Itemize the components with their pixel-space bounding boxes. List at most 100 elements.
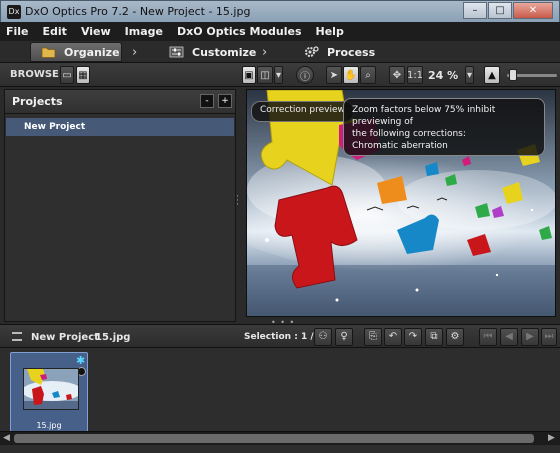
view-dropdown-button[interactable]: ▾ [274, 66, 283, 84]
skip-last-icon: ⏭ [544, 331, 554, 342]
tab-customize[interactable]: Customize [165, 42, 256, 62]
menu-bar: File Edit View Image DxO Optics Modules … [0, 22, 560, 41]
play-left-icon: ◀ [505, 331, 513, 342]
scroll-left-icon[interactable]: ◀ [3, 433, 10, 443]
tooltip-line: Chromatic aberration [352, 141, 448, 151]
filmstrip-toolbar: New Project 15.jpg Selection : 1 / 1 ⚇ ♀… [0, 324, 560, 348]
info-button[interactable]: ⓘ [296, 66, 314, 84]
dxo-app-icon: Dx [7, 5, 21, 19]
settings-button[interactable]: ⚙ [446, 328, 464, 346]
minimize-button[interactable]: – [463, 2, 487, 19]
horizontal-scrollbar[interactable]: ◀ ▶ [0, 431, 560, 445]
skip-first-icon: ⏮ [483, 331, 493, 342]
browse-label: BROWSE: [10, 69, 63, 80]
thumbnail-picture [24, 369, 78, 409]
menu-image[interactable]: Image [125, 25, 163, 38]
zoom-dropdown-button[interactable]: ▾ [465, 66, 474, 84]
correction-preview-badge: Correction preview [251, 101, 354, 122]
rotate-left-button[interactable]: ↶ [384, 328, 402, 346]
zoom-value: 24 % [428, 69, 459, 82]
chevron-down-icon: ▾ [466, 69, 473, 81]
tab-process-label: Process [327, 45, 376, 59]
next-image-button[interactable]: ▶ [521, 328, 539, 346]
rotate-right-button[interactable]: ↷ [404, 328, 422, 346]
single-image-icon: ▣ [244, 69, 254, 81]
copy-icon: ⎘ [369, 331, 377, 342]
folder-view-button[interactable]: ▭ [60, 66, 74, 84]
filmstrip-icon [12, 332, 22, 341]
single-view-button[interactable]: ▣ [242, 66, 256, 84]
hand-icon: ✋ [344, 69, 358, 81]
grid-view-button[interactable]: ▦ [76, 66, 90, 84]
menu-dxo-optics-modules[interactable]: DxO Optics Modules [177, 25, 302, 38]
gears-icon [305, 46, 319, 57]
projects-panel: Projects - + New Project [4, 89, 236, 322]
chevron-down-icon: ▾ [275, 69, 282, 81]
scroll-right-icon[interactable]: ▶ [548, 433, 555, 443]
fit-to-screen-button[interactable]: ✥ [389, 66, 405, 84]
maximize-button[interactable]: □ [488, 2, 512, 19]
rotate-right-icon: ↷ [408, 331, 418, 342]
project-item-new-project[interactable]: New Project [6, 118, 234, 136]
chevron-right-icon: › [132, 45, 138, 60]
previous-image-button[interactable]: ◀ [500, 328, 518, 346]
filmstrip-file-name: 15.jpg [95, 332, 131, 343]
duplicate-button[interactable]: ⧉ [425, 328, 443, 346]
zoom-one-to-one-label: 1:1 [406, 69, 424, 81]
remove-project-button[interactable]: - [200, 94, 214, 108]
tab-organize-label: Organize [64, 45, 120, 59]
filmstrip-project-name: New Project [31, 332, 99, 343]
grid-icon: ▦ [78, 69, 88, 81]
folder-icon: ▭ [62, 69, 72, 81]
zoom-warning-tooltip: Zoom factors below 75% inhibit previewin… [343, 98, 545, 156]
thumbnail-item[interactable]: ✱ 15.jpg [10, 352, 88, 432]
zoom-tool-button[interactable]: ⌕ [360, 66, 376, 84]
vertical-splitter-handle[interactable]: · · · [236, 193, 239, 210]
select-tool-button[interactable]: ➤ [326, 66, 342, 84]
menu-help[interactable]: Help [316, 25, 344, 38]
slider-handle[interactable] [509, 69, 517, 81]
chevron-right-icon: › [262, 45, 268, 60]
first-image-button[interactable]: ⏮ [479, 328, 497, 346]
menu-view[interactable]: View [81, 25, 111, 38]
close-button[interactable]: ✕ [513, 2, 553, 19]
tab-organize[interactable]: Organize [30, 42, 122, 62]
thumbnail-label: 15.jpg [36, 421, 62, 430]
gear-icon: ⚙ [450, 331, 460, 342]
thumbnail-size-button[interactable]: ▲ [484, 66, 500, 84]
fit-arrows-icon: ✥ [392, 69, 402, 81]
scrollbar-thumb[interactable] [14, 434, 534, 443]
sliders-icon [169, 46, 184, 58]
image-preview[interactable]: Correction preview Zoom factors below 75… [246, 89, 556, 317]
new-image-star-icon: ✱ [76, 354, 86, 367]
projects-title: Projects [12, 95, 63, 108]
tooltip-line: Zoom factors below 75% inhibit previewin… [352, 105, 496, 127]
window-controls: – □ ✕ [462, 2, 553, 19]
last-image-button[interactable]: ⏭ [541, 328, 557, 346]
snapshot-icon: ⚇ [318, 331, 328, 342]
hand-tool-button[interactable]: ✋ [343, 66, 359, 84]
compare-icon: ◫ [260, 69, 270, 81]
tab-process[interactable]: Process [302, 42, 375, 62]
projects-header: Projects - + [5, 90, 235, 114]
copy-settings-button[interactable]: ⎘ [364, 328, 382, 346]
browse-toolbar: BROWSE: ▭ ▦ ▣ ◫ ▾ ⓘ ➤ ✋ ⌕ ✥ 1:1 24 % ▾ ▲ [0, 63, 560, 87]
play-right-icon: ▶ [526, 331, 534, 342]
pin-icon: ♀ [340, 331, 348, 342]
magnifier-icon: ⌕ [365, 69, 371, 81]
menu-file[interactable]: File [6, 25, 29, 38]
zoom-one-to-one-button[interactable]: 1:1 [407, 66, 423, 84]
title-bar: Dx DxO Optics Pro 7.2 - New Project - 15… [0, 0, 560, 22]
rotate-left-icon: ↶ [388, 331, 398, 342]
arrow-pointer-icon: ➤ [329, 69, 339, 81]
add-project-button[interactable]: + [218, 94, 232, 108]
menu-edit[interactable]: Edit [43, 25, 67, 38]
folder-icon [41, 47, 56, 58]
filmstrip: ✱ 15.jpg ◀ ▶ [0, 348, 560, 453]
tooltip-line: the following corrections: [352, 129, 466, 139]
duplicate-icon: ⧉ [430, 331, 438, 342]
selection-count: Selection : 1 / 1 [244, 332, 324, 342]
compare-view-button[interactable]: ◫ [257, 66, 273, 84]
snapshot-button[interactable]: ⚇ [314, 328, 332, 346]
pin-button[interactable]: ♀ [335, 328, 353, 346]
